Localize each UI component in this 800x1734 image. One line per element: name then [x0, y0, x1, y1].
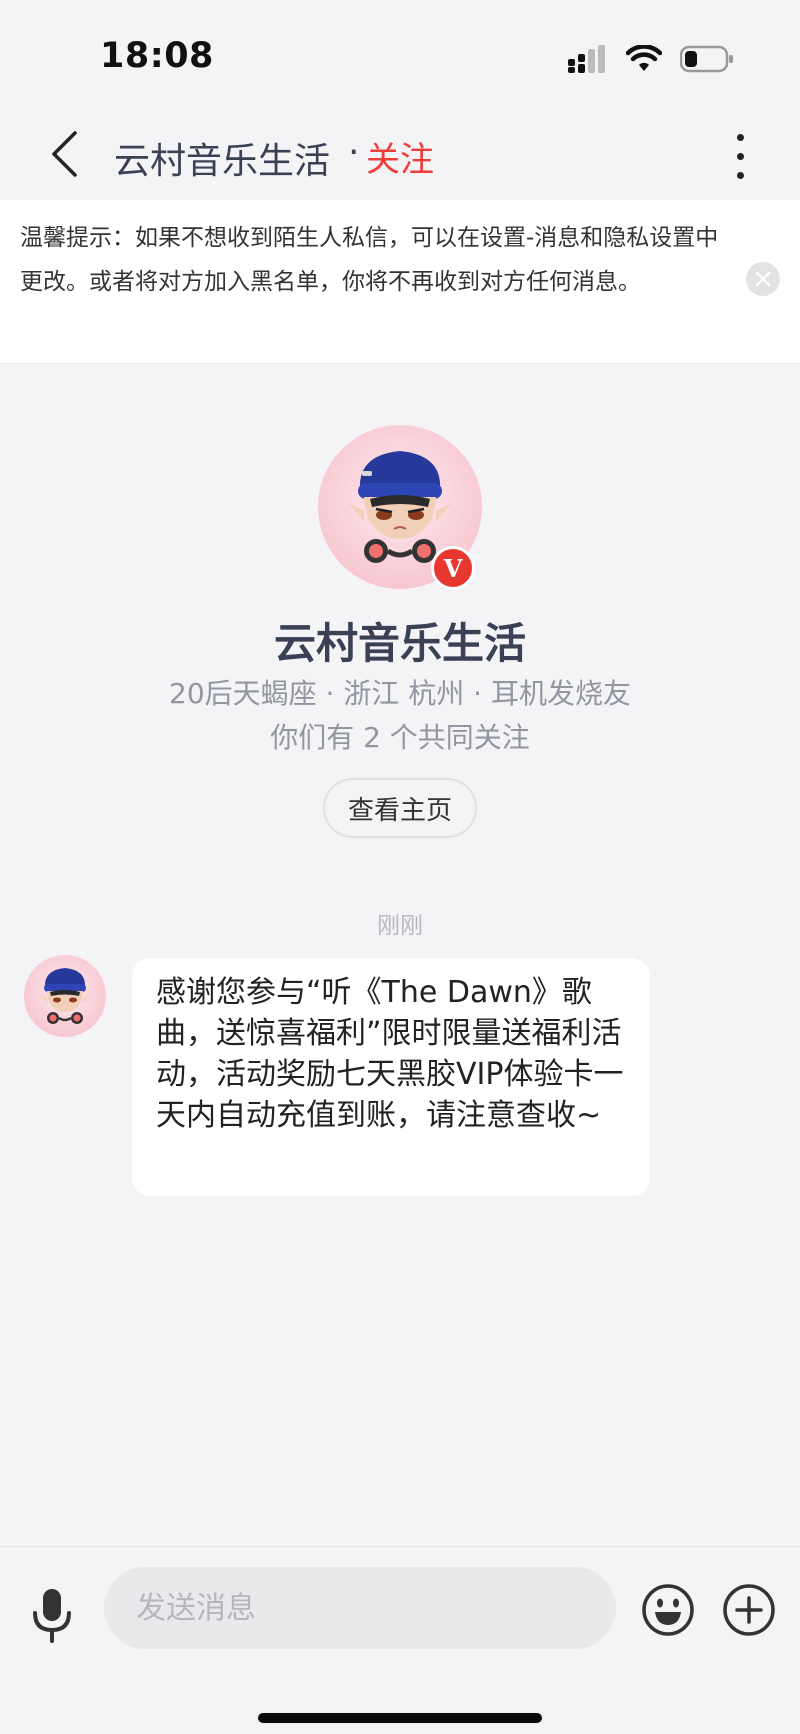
- sender-avatar[interactable]: [24, 955, 106, 1037]
- close-icon: [755, 271, 771, 287]
- privacy-tip-bar: 温馨提示：如果不想收到陌生人私信，可以在设置-消息和隐私设置中更改。或者将对方加…: [0, 200, 800, 364]
- view-homepage-button[interactable]: 查看主页: [323, 778, 477, 838]
- voice-button[interactable]: [28, 1587, 76, 1643]
- header: 云村音乐生活 · 关注: [0, 110, 800, 200]
- status-time: 18:08: [100, 36, 214, 76]
- page-title: 云村音乐生活: [114, 141, 331, 182]
- more-dot: [736, 152, 744, 160]
- plus-icon: [723, 1584, 775, 1636]
- input-bar: [0, 1546, 800, 1734]
- message-timestamp: 刚刚: [377, 913, 423, 939]
- cartoon-avatar-image: [39, 968, 91, 1024]
- privacy-tip-text: 温馨提示：如果不想收到陌生人私信，可以在设置-消息和隐私设置中更改。或者将对方加…: [20, 225, 719, 295]
- more-vertical-icon: [736, 133, 744, 141]
- more-button[interactable]: [720, 126, 760, 186]
- common-follow-count: 你们有 2 个共同关注: [270, 721, 530, 754]
- title-separator: ·: [348, 132, 360, 173]
- emoji-icon: [642, 1584, 694, 1636]
- more-actions-button[interactable]: [722, 1583, 776, 1637]
- back-button[interactable]: [36, 126, 92, 182]
- emoji-button[interactable]: [641, 1583, 695, 1637]
- message-input[interactable]: [104, 1567, 616, 1649]
- signal-icon: [568, 45, 605, 73]
- back-arrow-icon: [52, 131, 77, 177]
- message-bubble[interactable]: 感谢您参与“听《The Dawn》歌曲，送惊喜福利”限时限量送福利活动，活动奖励…: [132, 958, 650, 1196]
- verified-badge: V: [431, 546, 475, 590]
- battery-icon: [680, 45, 733, 73]
- follow-button[interactable]: 关注: [366, 132, 434, 181]
- wifi-icon: [626, 45, 662, 71]
- status-icons: [568, 42, 734, 76]
- status-bar: 18:08: [0, 0, 800, 110]
- profile-name: 云村音乐生活: [273, 619, 526, 668]
- more-dot: [736, 171, 744, 179]
- tip-close-button[interactable]: [746, 262, 780, 296]
- microphone-icon: [33, 1589, 71, 1643]
- profile-meta: 20后天蝎座 · 浙江 杭州 · 耳机发烧友: [169, 677, 631, 710]
- home-indicator: [258, 1713, 542, 1723]
